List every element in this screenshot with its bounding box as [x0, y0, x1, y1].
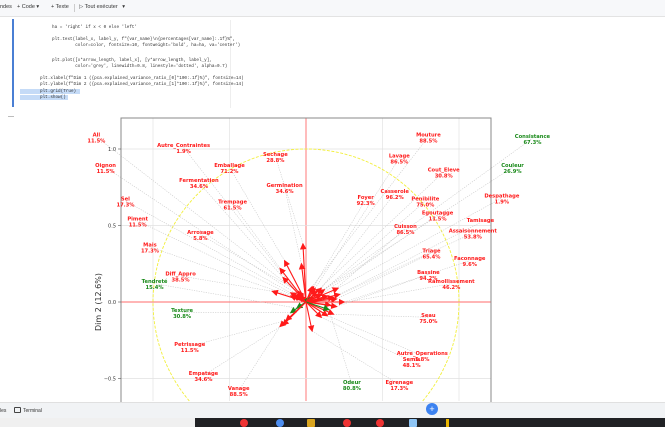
variable-percentage: 61.5% — [224, 206, 243, 212]
variable-percentage: 48.1% — [403, 363, 422, 369]
variable-percentage: 88.5% — [419, 138, 438, 144]
y-tick-label: 1.0 — [108, 147, 116, 153]
taskbar — [195, 418, 665, 427]
variable-percentage: 92.3% — [357, 201, 376, 207]
variable-percentage: 17.3% — [141, 248, 160, 254]
loading-arrow — [305, 301, 315, 333]
variable-percentage: 53.8% — [464, 235, 483, 241]
app-icon[interactable] — [376, 419, 384, 427]
variable-percentage: 11.5% — [429, 216, 448, 222]
guide-line — [327, 228, 406, 297]
variable-percentage: 1.9% — [176, 149, 191, 155]
guide-line — [333, 313, 429, 318]
guide-line — [314, 158, 400, 289]
variable-percentage: 30.8% — [173, 314, 192, 320]
guide-line — [311, 136, 429, 287]
variable-percentage: 34.6% — [276, 189, 295, 195]
files-tab[interactable]: les — [0, 408, 6, 414]
y-axis-label: Dim 2 (12.6%) — [94, 273, 103, 331]
status-bar: les Terminal — [0, 402, 665, 418]
app-icon[interactable] — [409, 419, 417, 427]
guide-line — [336, 252, 432, 300]
guide-line — [238, 326, 281, 391]
variable-percentage: 9.6% — [463, 262, 478, 268]
terminal-icon — [14, 407, 21, 413]
app-icon[interactable] — [343, 419, 351, 427]
add-cell-button[interactable]: + — [426, 403, 438, 415]
guide-line — [232, 203, 281, 269]
guide-line — [311, 330, 400, 385]
variable-percentage: 80.8% — [343, 386, 362, 392]
variable-percentage: 38.5% — [172, 277, 191, 283]
variable-label: Tamisage — [467, 218, 495, 224]
variable-percentage: 11.5% — [181, 348, 200, 354]
folder-icon[interactable] — [307, 419, 315, 427]
variable-label: Tendreté — [142, 278, 168, 285]
guide-line — [200, 234, 299, 292]
chrome-app-icon[interactable] — [240, 419, 248, 427]
variable-percentage: 11.5% — [97, 169, 116, 175]
guide-line — [321, 214, 438, 295]
variable-percentage: 17.3% — [390, 386, 409, 392]
guide-line — [328, 309, 353, 385]
y-tick-label: 0.5 — [108, 224, 116, 230]
variable-percentage: 28.8% — [266, 158, 285, 164]
variable-percentage: 46.2% — [442, 285, 461, 291]
guide-line — [313, 199, 366, 287]
variable-percentage: 71.2% — [221, 169, 240, 175]
variable-percentage: 88.5% — [230, 392, 249, 398]
variable-percentage: 1.9% — [495, 199, 510, 205]
y-tick-label: 0.0 — [108, 300, 116, 306]
terminal-tab[interactable]: Terminal — [23, 408, 42, 414]
pca-correlation-circle-chart: 1.00.50.0−0.5 Dim 2 (12.6%) All11.5%Autr… — [87, 117, 551, 402]
variable-percentage: 17.3% — [116, 203, 135, 209]
guide-line — [327, 315, 423, 356]
variable-percentage: 75.0% — [419, 319, 438, 325]
guide-line — [203, 324, 284, 376]
variable-percentage: 96.2% — [386, 195, 405, 201]
variable-percentage: 11.5% — [129, 222, 148, 228]
guide-line — [180, 275, 273, 292]
variable-percentage: 30.8% — [435, 173, 454, 179]
variable-percentage: 34.6% — [190, 184, 209, 190]
variable-percentage: 34.6% — [194, 377, 213, 383]
variable-percentage: 26.9% — [504, 169, 523, 175]
variable-percentage: 86.5% — [396, 230, 415, 236]
guide-line — [229, 167, 285, 261]
guide-line — [183, 147, 301, 297]
variable-percentage: 15.4% — [146, 285, 165, 291]
guide-line — [275, 156, 304, 244]
app-icon[interactable] — [446, 419, 449, 427]
variable-percentage: 86.5% — [390, 160, 409, 166]
variable-percentage: 75.0% — [416, 203, 435, 209]
y-tick-label: −0.5 — [104, 377, 116, 383]
variable-percentage: 5.8% — [193, 236, 208, 242]
variable-percentage: 11.5% — [87, 138, 106, 144]
variable-percentage: 67.3% — [523, 140, 542, 146]
variable-percentage: 65.4% — [422, 255, 441, 261]
app-icon[interactable] — [276, 419, 284, 427]
